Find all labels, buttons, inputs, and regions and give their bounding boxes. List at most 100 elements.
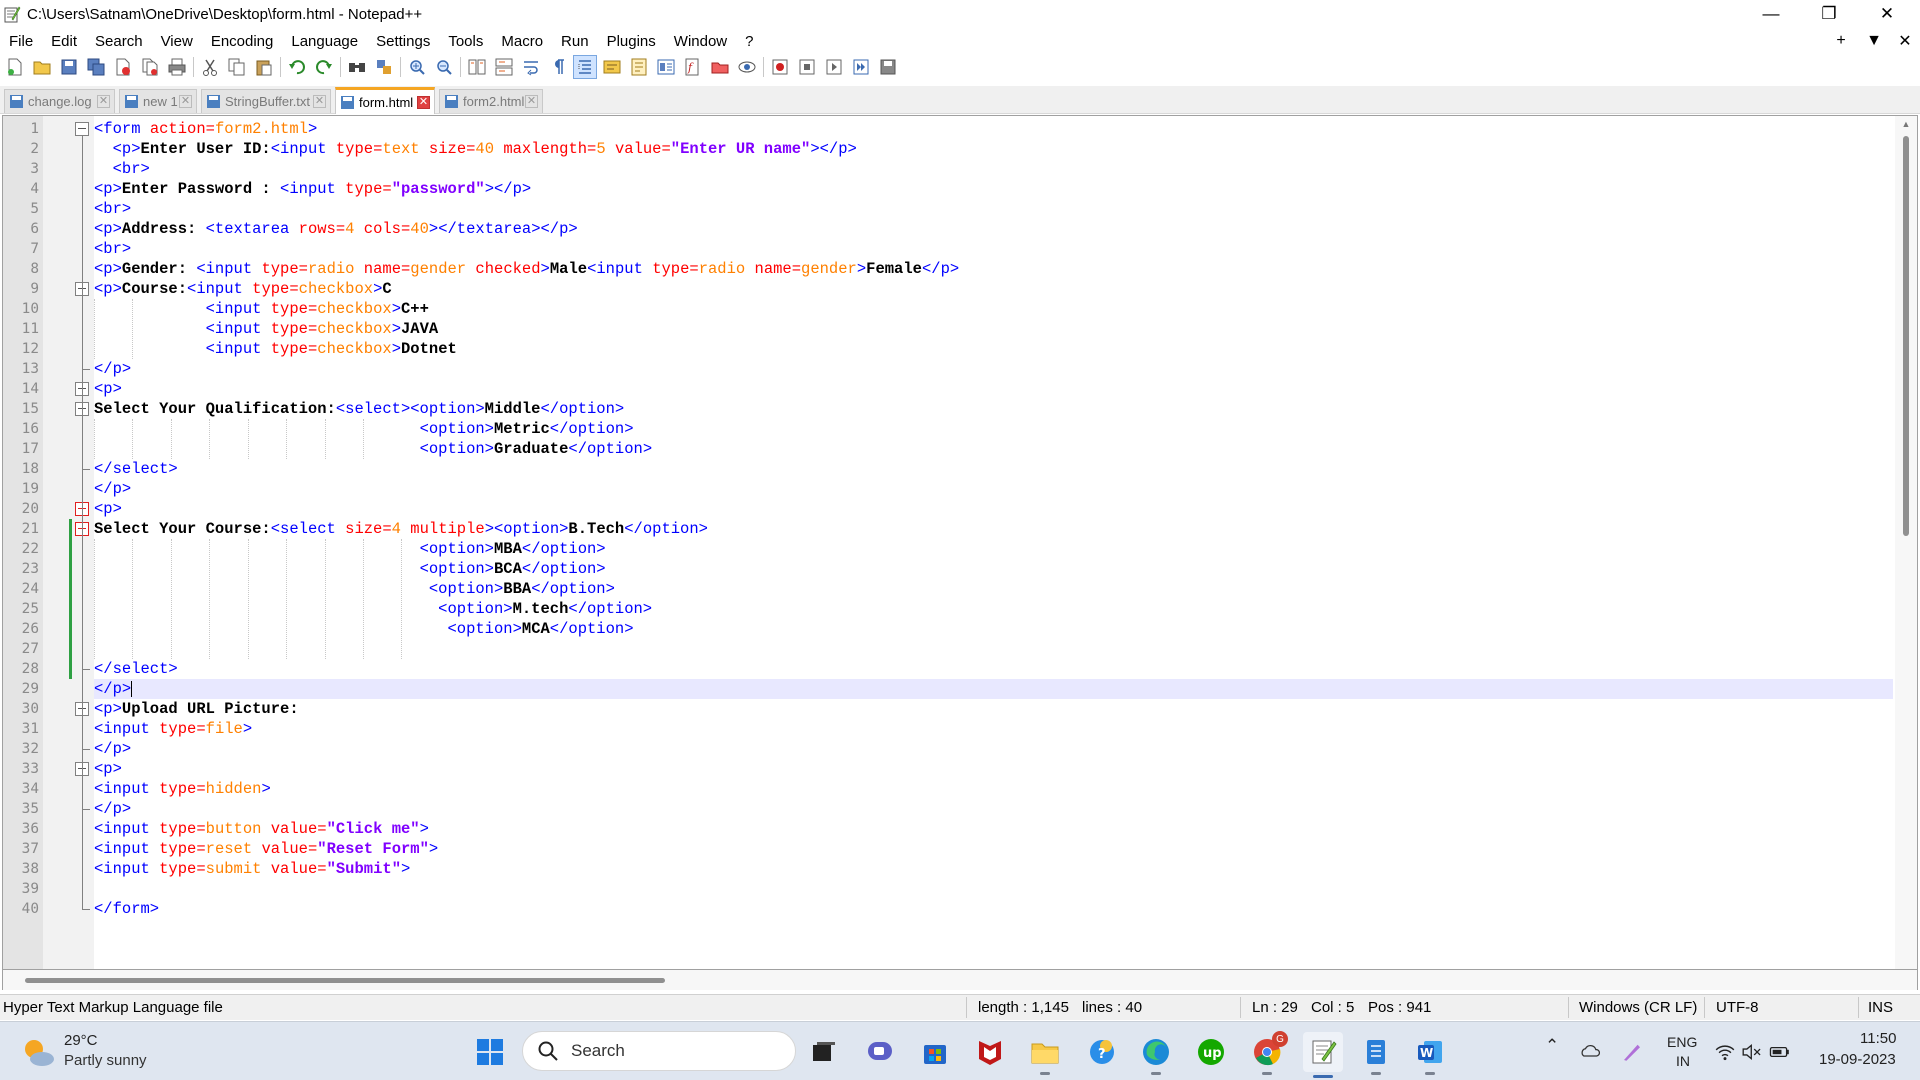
language-indicator-top[interactable]: ENG (1667, 1034, 1697, 1050)
tab-form-html[interactable]: form.html ✕ (335, 87, 435, 114)
code-line[interactable]: <input type=checkbox>JAVA (94, 319, 1893, 339)
show-hidden-icons-chevron-icon[interactable]: ⌃ (1545, 1036, 1559, 1056)
code-line[interactable]: <p>Course:<input type=checkbox>C (94, 279, 1893, 299)
document-list-icon[interactable] (655, 56, 677, 78)
chrome-browser-icon[interactable]: G (1250, 1031, 1288, 1075)
word-icon[interactable]: W (1413, 1035, 1447, 1075)
new-tab-plus-button[interactable]: + (1829, 30, 1853, 52)
code-line[interactable]: Select Your Qualification:<select><optio… (94, 399, 1893, 419)
code-area[interactable]: <form action=form2.html> <p>Enter User I… (94, 116, 1893, 969)
status-encoding[interactable]: UTF-8 (1716, 995, 1759, 1020)
code-line[interactable]: <input type=reset value="Reset Form"> (94, 839, 1893, 859)
code-line[interactable] (94, 879, 1893, 899)
close-document-button[interactable]: ✕ (1893, 30, 1917, 52)
cut-icon[interactable] (199, 56, 221, 78)
code-line[interactable]: </p> (94, 799, 1893, 819)
menu-help[interactable]: ? (736, 33, 762, 50)
minimize-button[interactable]: — (1742, 0, 1800, 28)
code-line[interactable]: </p> (94, 359, 1893, 379)
tab-list-dropdown-button[interactable]: ▼ (1862, 30, 1886, 52)
taskbar-search-box[interactable]: Search (522, 1031, 796, 1071)
clock-time[interactable]: 11:50 (1860, 1030, 1896, 1047)
save-all-icon[interactable] (85, 56, 107, 78)
vertical-scrollbar-thumb[interactable] (1903, 136, 1909, 536)
volume-muted-icon[interactable] (1739, 1035, 1765, 1069)
code-line[interactable]: <input type=button value="Click me"> (94, 819, 1893, 839)
tab-close-icon[interactable]: ✕ (525, 95, 538, 108)
monitoring-icon[interactable] (736, 56, 758, 78)
code-line[interactable]: <input type=submit value="Submit"> (94, 859, 1893, 879)
code-line[interactable]: <input type=checkbox>Dotnet (94, 339, 1893, 359)
scroll-up-arrow-icon[interactable]: ▲ (1895, 116, 1917, 132)
status-insert-mode[interactable]: INS (1868, 995, 1893, 1020)
menu-file[interactable]: File (0, 33, 42, 50)
wifi-icon[interactable] (1712, 1035, 1738, 1069)
battery-icon[interactable] (1767, 1035, 1793, 1069)
horizontal-scrollbar-thumb[interactable] (25, 978, 665, 983)
microsoft-store-icon[interactable] (918, 1035, 952, 1069)
tab-close-icon[interactable]: ✕ (97, 95, 110, 108)
run-macro-multiple-icon[interactable] (850, 56, 872, 78)
tab-close-icon[interactable]: ✕ (179, 95, 192, 108)
sync-horizontal-icon[interactable] (493, 56, 515, 78)
code-line[interactable]: <p>Enter User ID:<input type=text size=4… (94, 139, 1893, 159)
tab-close-icon[interactable]: ✕ (313, 95, 326, 108)
redo-icon[interactable] (313, 56, 335, 78)
code-line[interactable]: <p>Upload URL Picture: (94, 699, 1893, 719)
paste-icon[interactable] (253, 56, 275, 78)
vertical-scrollbar[interactable]: ▲ (1895, 116, 1917, 969)
code-line[interactable]: <p> (94, 759, 1893, 779)
open-file-icon[interactable] (31, 56, 53, 78)
tab-change-log[interactable]: change.log ✕ (4, 89, 115, 113)
code-line[interactable]: Select Your Course:<select size=4 multip… (94, 519, 1893, 539)
menu-plugins[interactable]: Plugins (598, 33, 665, 50)
menu-view[interactable]: View (152, 33, 202, 50)
function-list-icon[interactable]: f (682, 56, 704, 78)
file-explorer-icon[interactable] (1028, 1035, 1062, 1075)
tab-stringbuffer[interactable]: StringBuffer.txt ✕ (201, 89, 331, 113)
zoom-out-icon[interactable] (433, 56, 455, 78)
word-wrap-icon[interactable] (520, 56, 542, 78)
code-line[interactable]: <br> (94, 199, 1893, 219)
onedrive-cloud-icon[interactable] (1575, 1035, 1607, 1069)
code-line[interactable]: </select> (94, 659, 1893, 679)
code-line[interactable]: <p>Address: <textarea rows=4 cols=40></t… (94, 219, 1893, 239)
upwork-icon[interactable]: up (1194, 1035, 1228, 1069)
tab-form2-html[interactable]: form2.html ✕ (439, 89, 543, 113)
menu-run[interactable]: Run (552, 33, 598, 50)
code-line[interactable]: <input type=file> (94, 719, 1893, 739)
record-macro-icon[interactable] (769, 56, 791, 78)
menu-settings[interactable]: Settings (367, 33, 439, 50)
clock-date[interactable]: 19-09-2023 (1819, 1051, 1896, 1068)
sync-vertical-icon[interactable] (466, 56, 488, 78)
close-file-icon[interactable] (112, 56, 134, 78)
mcafee-icon[interactable] (973, 1035, 1007, 1069)
code-line[interactable]: <p>Enter Password : <input type="passwor… (94, 179, 1893, 199)
stop-recording-icon[interactable] (796, 56, 818, 78)
code-line[interactable]: </select> (94, 459, 1893, 479)
menu-edit[interactable]: Edit (42, 33, 86, 50)
fold-toggle-icon[interactable] (75, 122, 89, 136)
code-line[interactable]: <p> (94, 499, 1893, 519)
menu-window[interactable]: Window (665, 33, 736, 50)
language-indicator-bottom[interactable]: IN (1676, 1053, 1690, 1069)
close-button[interactable]: ✕ (1858, 0, 1916, 28)
indent-guide-icon[interactable] (573, 55, 597, 79)
code-line[interactable]: <p>Gender: <input type=radio name=gender… (94, 259, 1893, 279)
notepad-icon[interactable] (1359, 1035, 1393, 1075)
code-line[interactable]: </form> (94, 899, 1893, 919)
code-line[interactable]: <input type=hidden> (94, 779, 1893, 799)
code-line[interactable]: </p> (94, 479, 1893, 499)
code-line[interactable]: <form action=form2.html> (94, 119, 1893, 139)
save-macro-icon[interactable] (877, 56, 899, 78)
maximize-button[interactable]: ❐ (1800, 0, 1858, 28)
show-all-characters-icon[interactable] (547, 56, 569, 78)
notepad-plus-plus-taskbar-icon[interactable] (1303, 1032, 1343, 1078)
save-icon[interactable] (58, 56, 80, 78)
code-line[interactable]: <input type=checkbox>C++ (94, 299, 1893, 319)
menu-search[interactable]: Search (86, 33, 152, 50)
undo-icon[interactable] (286, 56, 308, 78)
start-button-icon[interactable] (473, 1035, 507, 1069)
close-all-icon[interactable] (139, 56, 161, 78)
replace-icon[interactable] (373, 56, 395, 78)
